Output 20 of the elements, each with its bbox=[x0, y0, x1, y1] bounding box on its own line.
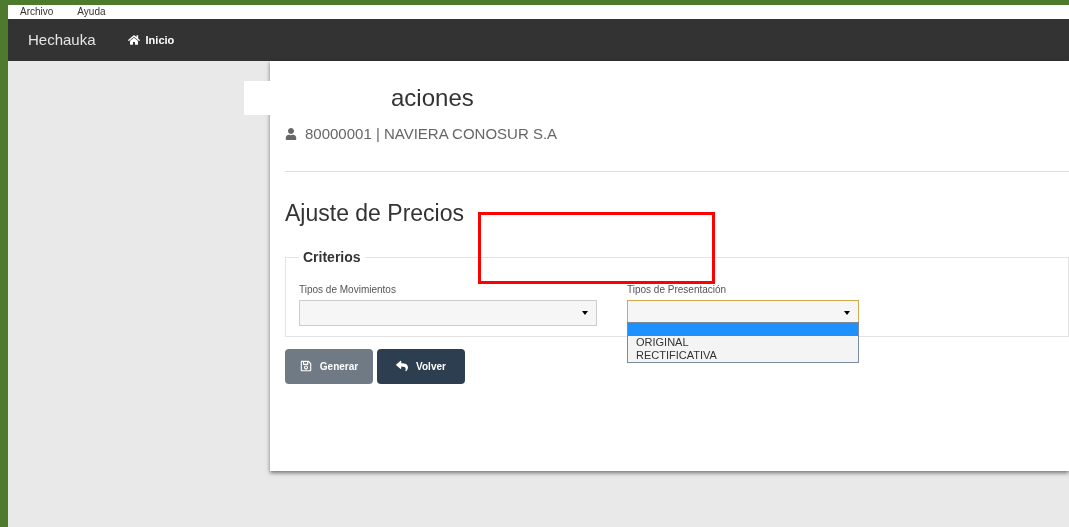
user-icon bbox=[285, 128, 297, 141]
brand-name[interactable]: Hechauka bbox=[28, 28, 96, 52]
page-title: aciones bbox=[391, 86, 474, 110]
action-button[interactable]: Generar bbox=[285, 348, 373, 384]
home-icon bbox=[127, 34, 140, 46]
menu-item[interactable]: Archivo bbox=[20, 7, 54, 17]
select-field[interactable] bbox=[299, 299, 597, 326]
taxpayer-label: 80000001 | NAVIERA CONOSUR S.A bbox=[305, 124, 558, 144]
menu-item[interactable]: Ayuda bbox=[77, 7, 106, 17]
field-label: Tipos de Movimientos bbox=[299, 282, 396, 297]
caret-icon bbox=[582, 310, 588, 315]
reply-arrow-icon bbox=[396, 360, 409, 372]
dropdown-option[interactable]: RECTIFICATIVA bbox=[628, 348, 858, 362]
criteria-legend: Criterios bbox=[299, 246, 365, 268]
action-button[interactable]: Volver bbox=[377, 348, 465, 384]
caret-icon bbox=[844, 310, 850, 315]
dropdown-option[interactable]: ORIGINAL bbox=[628, 335, 858, 349]
section-title: Ajuste de Precios bbox=[285, 201, 465, 225]
nav-link[interactable]: Inicio bbox=[127, 31, 175, 49]
field-label: Tipos de Presentación bbox=[627, 282, 727, 297]
